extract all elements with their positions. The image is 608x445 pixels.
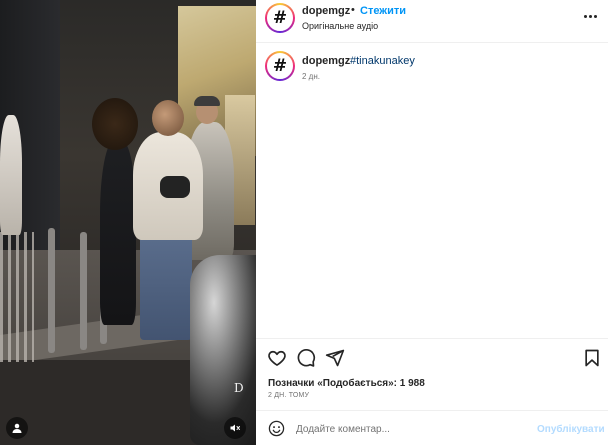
more-options-button[interactable] — [584, 12, 600, 20]
user-tag-icon — [12, 423, 22, 433]
media-scene-cap — [194, 96, 220, 106]
mute-icon — [230, 424, 240, 432]
avatar-inner: # — [267, 5, 293, 31]
post-timestamp[interactable]: 2 ДН. ТОМУ — [268, 392, 309, 399]
media-scene-person-head — [92, 98, 138, 150]
avatar-hash-symbol: # — [272, 55, 288, 76]
save-button[interactable] — [582, 348, 602, 368]
media-scene-bollard — [48, 228, 55, 353]
comment-form: Опублікувати — [256, 410, 608, 445]
bookmark-icon — [585, 349, 599, 367]
post-details-panel: # dopemgz • Стежити Оригінальне аудіо # … — [256, 0, 608, 445]
emoji-icon — [268, 420, 285, 437]
follow-button[interactable]: Стежити — [360, 5, 406, 17]
like-button[interactable] — [267, 348, 287, 368]
emoji-button[interactable] — [268, 420, 285, 437]
share-button[interactable] — [325, 348, 345, 368]
post-header: # dopemgz • Стежити Оригінальне аудіо — [256, 0, 608, 43]
mute-button[interactable] — [224, 417, 246, 439]
audio-label[interactable]: Оригінальне аудіо — [302, 21, 378, 31]
caption-age: 2 дн. — [302, 72, 320, 81]
media-scene-person-head — [152, 100, 184, 136]
media-scene-bollard — [80, 232, 87, 350]
heart-icon — [268, 350, 286, 366]
comment-button[interactable] — [296, 348, 316, 368]
media-scene-chair — [0, 232, 34, 362]
publish-comment-button[interactable]: Опублікувати — [537, 424, 605, 435]
caption-username[interactable]: dopemgz — [302, 55, 350, 67]
separator-dot: • — [351, 4, 355, 16]
media-scene-person — [100, 140, 136, 325]
user-tag-button[interactable] — [6, 417, 28, 439]
post-actions — [256, 338, 608, 376]
media-scene-bag — [160, 176, 190, 198]
caption-avatar[interactable]: # — [265, 51, 295, 81]
avatar-hash-symbol: # — [272, 7, 288, 28]
avatar-inner: # — [267, 53, 293, 79]
post-media-video[interactable]: D — [0, 0, 256, 445]
media-scene-person — [0, 115, 22, 235]
comment-input[interactable] — [296, 419, 536, 439]
media-scene-car — [190, 255, 256, 445]
media-watermark: D — [234, 381, 244, 395]
avatar[interactable]: # — [265, 3, 295, 33]
post-caption: # dopemgz #tinakunakey 2 дн. — [256, 43, 608, 338]
caption-hashtag[interactable]: #tinakunakey — [350, 55, 415, 67]
send-icon — [325, 349, 345, 367]
likes-count[interactable]: Позначки «Подобається»: 1 988 — [268, 378, 425, 389]
media-scene-person — [140, 236, 192, 340]
post-author-username[interactable]: dopemgz — [302, 5, 350, 17]
more-horizontal-icon — [584, 14, 597, 18]
comment-icon — [297, 349, 316, 367]
